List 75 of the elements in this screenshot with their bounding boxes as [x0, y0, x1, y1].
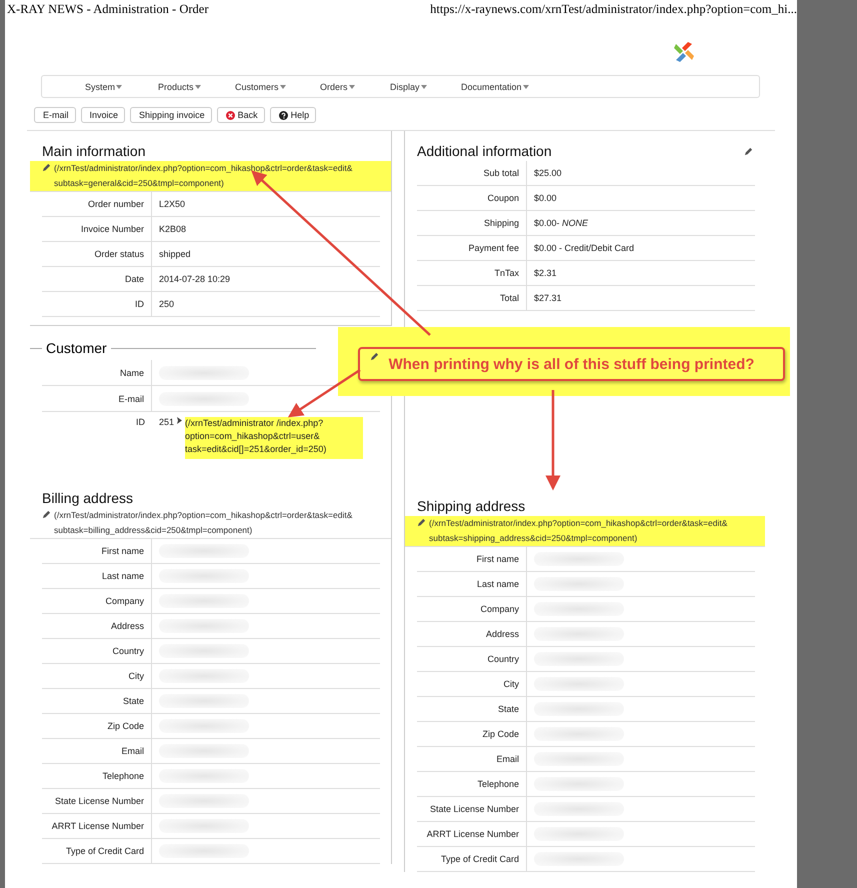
menu-item[interactable]: System [85, 82, 116, 92]
field-label: Telephone [42, 764, 152, 788]
field-label: State [42, 689, 152, 713]
field-value: $0.00- NONE [533, 218, 590, 228]
field-value: 251 [159, 417, 174, 427]
field-label: Shipping [417, 211, 527, 235]
field-value: $0.00 [533, 193, 558, 203]
section-title: Billing address [42, 489, 134, 508]
toolbar-button[interactable]: Back [216, 107, 265, 123]
toolbar-button[interactable]: E-mail [34, 107, 76, 123]
field-label: First name [417, 547, 527, 571]
field-label: Name [42, 360, 152, 385]
field-value: shipped [158, 249, 192, 259]
field-label: Date [42, 267, 152, 291]
field-label: State [417, 697, 527, 721]
field-label: ARRT License Number [417, 822, 527, 846]
field-label: Country [42, 639, 152, 663]
field-label: Company [417, 597, 527, 621]
field-label: E-mail [42, 386, 152, 411]
link-text[interactable]: (/xrnTest/administrator/index.php?option=com_hikashop&ctrl=order&task=edit& subtask=general&cid=250&tmpl=component) [54, 161, 379, 191]
section-title: Additional information [417, 142, 552, 161]
menu-item[interactable]: Display [390, 82, 420, 92]
toolbar-button[interactable]: Help [270, 107, 316, 123]
link-text[interactable]: (/xrnTest/administrator/index.php?option=com_hikashop&ctrl=order&task=edit& subtask=billing_address&cid=250&tmpl=component) [54, 508, 379, 538]
field-label: Email [417, 747, 527, 771]
toolbar-button[interactable]: Invoice [80, 107, 126, 123]
field-value: $27.31 [533, 293, 563, 303]
menu-item[interactable]: Products [158, 82, 194, 92]
field-label: Company [42, 589, 152, 613]
field-label: State License Number [42, 789, 152, 813]
field-label: ARRT License Number [42, 814, 152, 838]
field-value: $0.00 - Credit/Debit Card [533, 243, 636, 253]
link-text[interactable]: (/xrnTest/administrator/index.php?option=com_hikashop&ctrl=order&task=edit& subtask=shipping_address&cid=250&tmpl=component) [429, 516, 753, 546]
page-url: https://x-raynews.com/xrnTest/administrator/index.php?option=com_hi... [430, 2, 797, 17]
menu-item[interactable]: Orders [320, 82, 348, 92]
link-text[interactable]: (/xrnTest/administrator /index.php?option=com_hikashop&ctrl=user& task=edit&cid[]=251&order_id=250) [185, 417, 364, 459]
field-label: First name [42, 539, 152, 563]
field-label: Payment fee [417, 236, 527, 260]
menu-item[interactable]: Documentation [461, 82, 522, 92]
field-label: Zip Code [42, 714, 152, 738]
field-label: Last name [417, 572, 527, 596]
field-value: $2.31 [533, 268, 558, 278]
field-label: Type of Credit Card [42, 839, 152, 863]
menu-item[interactable]: Customers [235, 82, 279, 92]
field-value: 250 [158, 299, 176, 309]
field-label: Email [42, 739, 152, 763]
field-value: K2B08 [158, 224, 188, 234]
toolbar-button[interactable]: Shipping invoice [130, 107, 212, 123]
field-label: Total [417, 286, 527, 310]
page-title: X-RAY NEWS - Administration - Order [7, 2, 208, 17]
field-value: 2014-07-28 10:29 [158, 274, 232, 284]
field-label: City [417, 672, 527, 696]
field-label: Order number [42, 192, 152, 216]
callout-note: When printing why is all of this stuff being printed? [358, 347, 785, 381]
field-label: Zip Code [417, 722, 527, 746]
field-label: TnTax [417, 261, 527, 285]
field-label: Country [417, 647, 527, 671]
field-value: L2X50 [158, 199, 186, 209]
field-value: $25.00 [533, 168, 563, 178]
field-label: Address [417, 622, 527, 646]
field-label: Coupon [417, 186, 527, 210]
field-label: City [42, 664, 152, 688]
section-title: Shipping address [417, 497, 526, 516]
field-label: Invoice Number [42, 217, 152, 241]
section-title: Main information [42, 142, 146, 161]
section-title: Customer [46, 340, 107, 356]
field-label: State License Number [417, 797, 527, 821]
field-label: ID [135, 416, 146, 429]
field-label: Sub total [417, 161, 527, 185]
field-label: Address [42, 614, 152, 638]
field-label: ID [42, 292, 152, 316]
field-label: Last name [42, 564, 152, 588]
field-label: Telephone [417, 772, 527, 796]
field-label: Order status [42, 242, 152, 266]
field-label: Type of Credit Card [417, 847, 527, 871]
